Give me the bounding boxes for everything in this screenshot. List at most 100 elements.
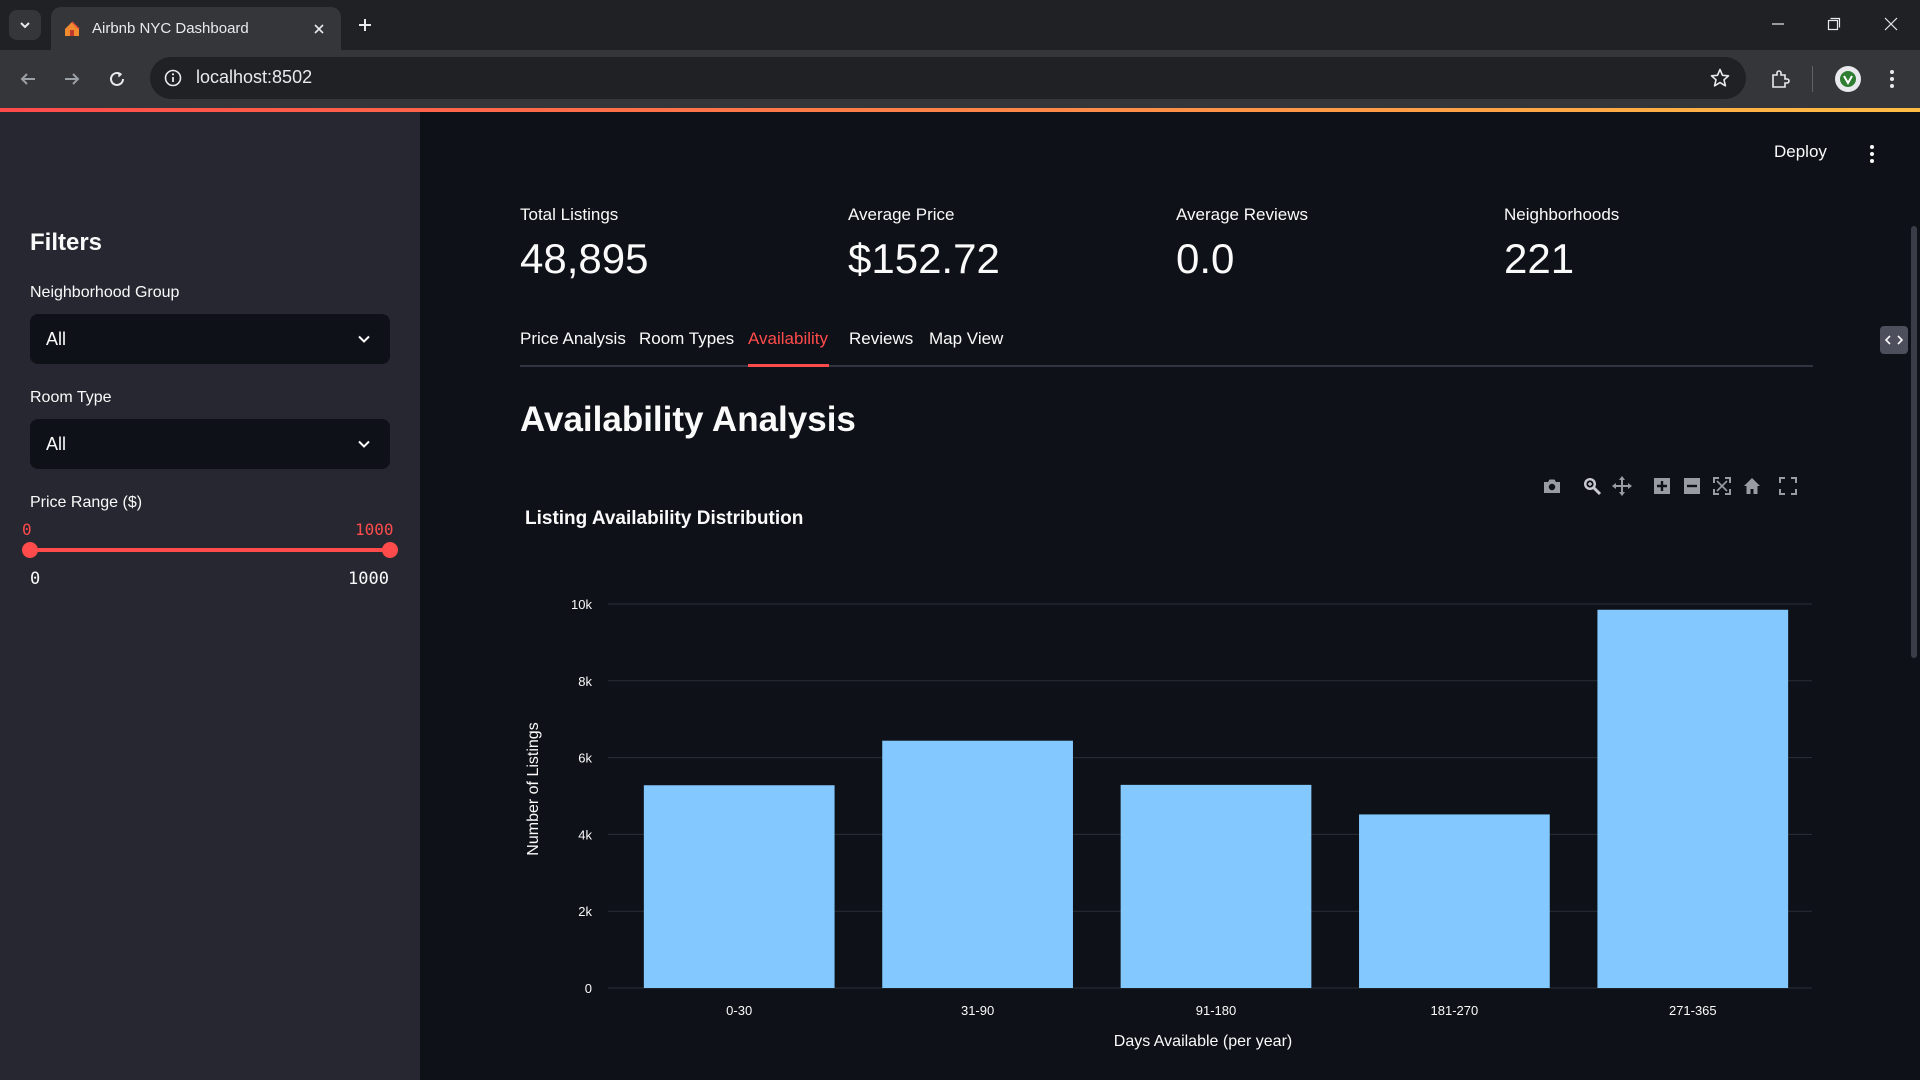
active-tab-indicator	[748, 364, 829, 367]
floating-chat-button[interactable]	[1880, 326, 1908, 354]
tab-room-types[interactable]: Room Types	[639, 329, 734, 349]
close-tab-icon[interactable]	[309, 19, 329, 39]
price-range-label: Price Range ($)	[30, 494, 143, 511]
price-range-min-label: 0	[30, 569, 41, 589]
tab-map-view[interactable]: Map View	[929, 329, 1003, 349]
chevron-down-icon	[20, 22, 30, 29]
pan-icon[interactable]	[1610, 474, 1634, 498]
bar-271-365[interactable]	[1597, 609, 1789, 988]
availability-bar-chart[interactable]: 0 2k 4k 6k 8k 10k 0-30 31-90 91-180 181-270 271-3…	[510, 580, 1820, 1060]
fullscreen-icon[interactable]	[1776, 474, 1800, 498]
y-tick-label: 8k	[578, 674, 592, 689]
chart-y-axis-label: Number of Listings	[525, 722, 542, 855]
reload-button[interactable]	[102, 64, 132, 94]
metric-total-listings: Total Listings 48,895	[520, 205, 648, 283]
y-tick-label: 0	[585, 981, 592, 996]
price-range-track[interactable]	[30, 548, 390, 552]
tab-availability[interactable]: Availability	[748, 329, 828, 349]
room-type-value: All	[46, 433, 67, 454]
info-icon[interactable]	[162, 67, 184, 89]
metric-label: Neighborhoods	[1504, 205, 1620, 224]
price-range-low-value: 0	[22, 520, 32, 539]
minimize-icon	[1772, 23, 1784, 25]
sidebar-title: Filters	[30, 229, 103, 256]
url-text: localhost:8502	[196, 67, 313, 87]
close-window-button[interactable]	[1871, 9, 1911, 39]
price-range-low-handle[interactable]	[22, 542, 38, 558]
chart-bars	[643, 609, 1789, 988]
browser-menu-button[interactable]	[1876, 63, 1908, 95]
zoom-out-icon[interactable]	[1680, 474, 1704, 498]
reset-axes-icon[interactable]	[1740, 474, 1764, 498]
tab-price-analysis[interactable]: Price Analysis	[520, 329, 626, 349]
reload-icon	[110, 71, 124, 86]
bar-181-270[interactable]	[1359, 814, 1550, 988]
room-type-select[interactable]: All	[30, 419, 390, 469]
chart-y-ticks: 0 2k 4k 6k 8k 10k	[571, 597, 592, 996]
neighborhood-group-value: All	[46, 328, 67, 349]
chart-title: Listing Availability Distribution	[525, 508, 804, 529]
section-title: Availability Analysis	[520, 400, 856, 439]
metric-value: 221	[1504, 235, 1575, 282]
tab-title: Airbnb NYC Dashboard	[92, 20, 249, 37]
y-tick-label: 10k	[571, 597, 592, 612]
neighborhood-group-select[interactable]: All	[30, 314, 390, 364]
metric-label: Total Listings	[520, 205, 619, 224]
price-range-max-label: 1000	[348, 569, 389, 589]
x-tick-label: 181-270	[1431, 1003, 1479, 1018]
y-tick-label: 4k	[578, 827, 592, 842]
browser-tab[interactable]: Airbnb NYC Dashboard	[51, 7, 341, 50]
metric-average-price: Average Price $152.72	[848, 205, 1000, 283]
price-range-high-handle[interactable]	[382, 542, 398, 558]
metric-value: 48,895	[520, 235, 649, 282]
camera-icon[interactable]	[1540, 474, 1564, 498]
x-tick-label: 0-30	[726, 1003, 752, 1018]
metric-value: 0.0	[1176, 235, 1235, 282]
chevron-down-icon	[354, 434, 374, 454]
restore-button[interactable]	[1814, 9, 1854, 39]
extensions-button[interactable]	[1764, 63, 1796, 95]
forward-button[interactable]	[57, 64, 87, 94]
arrow-right-icon	[65, 73, 80, 85]
y-tick-label: 2k	[578, 904, 592, 919]
close-icon	[1884, 17, 1898, 31]
deploy-button[interactable]: Deploy	[1774, 142, 1827, 162]
browser-tab-strip: Airbnb NYC Dashboard	[0, 0, 1920, 50]
chart-x-axis-label: Days Available (per year)	[1114, 1033, 1292, 1050]
chevron-down-icon	[354, 329, 374, 349]
page-scrollbar[interactable]	[1911, 226, 1917, 658]
neighborhood-group-label: Neighborhood Group	[30, 284, 180, 301]
bar-0-30[interactable]	[643, 785, 835, 988]
price-range-high-value: 1000	[355, 520, 394, 539]
autoscale-icon[interactable]	[1710, 474, 1734, 498]
back-button[interactable]	[13, 64, 43, 94]
room-type-label: Room Type	[30, 389, 112, 406]
plus-icon	[359, 19, 371, 31]
profile-button[interactable]	[1832, 63, 1864, 95]
minimize-button[interactable]	[1758, 9, 1798, 39]
y-tick-label: 6k	[578, 751, 592, 766]
x-tick-label: 31-90	[961, 1003, 994, 1018]
kebab-menu-icon	[1870, 145, 1874, 163]
tab-search-button[interactable]	[9, 10, 41, 40]
new-tab-button[interactable]	[352, 12, 378, 38]
zoom-in-icon[interactable]	[1650, 474, 1674, 498]
bookmark-star-icon[interactable]	[1708, 66, 1732, 90]
house-icon	[63, 20, 81, 38]
main-menu-button[interactable]	[1862, 140, 1882, 168]
sidebar: Filters Neighborhood Group All Room Type…	[0, 112, 420, 1080]
address-bar[interactable]: localhost:8502	[150, 57, 1746, 99]
bar-91-180[interactable]	[1120, 784, 1312, 988]
metric-label: Average Price	[848, 205, 955, 224]
code-icon	[1885, 335, 1903, 345]
bar-31-90[interactable]	[882, 740, 1073, 988]
chart-x-ticks: 0-30 31-90 91-180 181-270 271-365	[726, 1003, 1716, 1018]
kebab-menu-icon	[1890, 70, 1894, 88]
zoom-icon[interactable]	[1580, 474, 1604, 498]
tab-reviews[interactable]: Reviews	[849, 329, 913, 349]
tab-list: Price Analysis Room Types Availability R…	[520, 325, 1813, 367]
avatar	[1835, 66, 1861, 92]
puzzle-icon	[1772, 70, 1790, 88]
toolbar-divider	[1812, 66, 1813, 92]
arrow-left-icon	[20, 73, 35, 85]
